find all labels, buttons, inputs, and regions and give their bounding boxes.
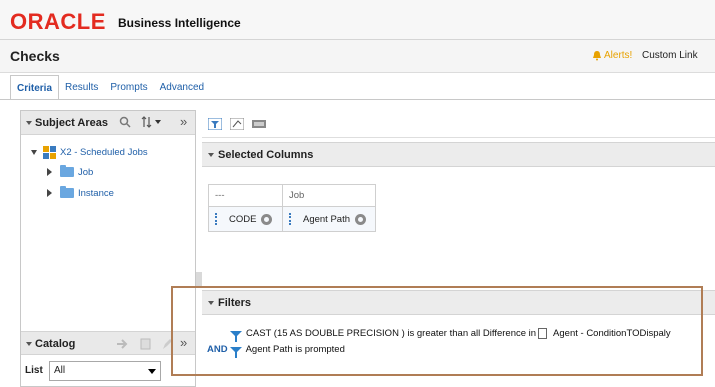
collapse-triangle-icon[interactable] (26, 342, 32, 346)
folder-icon (60, 186, 74, 198)
folder-icon (60, 165, 74, 177)
page-title: Checks (10, 48, 60, 64)
filters-highlight-box (171, 286, 703, 376)
gear-icon[interactable] (355, 213, 367, 225)
collapse-panel-icon[interactable]: » (180, 114, 187, 129)
selected-columns-table: --- CODE Job Agent Path (208, 184, 376, 232)
tree-item-instance-label[interactable]: Instance (78, 188, 114, 199)
tab-bar: Criteria Results Prompts Advanced (10, 75, 210, 100)
tree-item-root[interactable]: X2 - Scheduled Jobs (31, 143, 148, 161)
gear-icon[interactable] (261, 213, 273, 225)
column-cell[interactable]: CODE (209, 207, 282, 231)
collapse-triangle-icon[interactable] (208, 153, 214, 157)
subject-area-icon (43, 145, 56, 159)
column-group: --- (209, 185, 282, 207)
custom-link[interactable]: Custom Link (642, 50, 698, 61)
tab-divider (0, 99, 715, 100)
selected-columns-header: Selected Columns (202, 142, 715, 167)
column-icon (215, 213, 223, 225)
list-select-value: All (54, 365, 66, 376)
selected-columns-title: Selected Columns (218, 149, 314, 161)
tab-prompts[interactable]: Prompts (104, 75, 153, 100)
sql-icon[interactable] (252, 118, 266, 130)
expand-right-icon[interactable] (47, 168, 52, 176)
column-card[interactable]: --- CODE (209, 185, 283, 231)
tab-advanced[interactable]: Advanced (154, 75, 210, 100)
catalog-header: Catalog » (21, 331, 195, 355)
tree-root-label[interactable]: X2 - Scheduled Jobs (60, 147, 148, 158)
list-label: List (25, 365, 43, 376)
arrow-right-icon[interactable] (117, 339, 129, 349)
catalog-list-select[interactable]: All (49, 361, 161, 381)
column-card[interactable]: Job Agent Path (283, 185, 375, 231)
column-cell[interactable]: Agent Path (283, 207, 375, 231)
tree-item-job[interactable]: Job (47, 163, 93, 181)
search-icon[interactable] (119, 116, 131, 128)
column-name: CODE (229, 213, 257, 225)
subject-areas-header: Subject Areas » (21, 111, 195, 135)
column-icon (289, 213, 297, 225)
alerts-label[interactable]: Alerts! (604, 50, 632, 61)
criteria-toolbar (202, 110, 715, 138)
filter-icon[interactable] (208, 118, 222, 130)
column-name: Agent Path (303, 213, 351, 225)
left-panel: Subject Areas » X2 - Scheduled Jobs Job … (20, 110, 196, 387)
alerts-link[interactable]: Alerts! (592, 50, 632, 61)
catalog-list-row: List All (21, 361, 195, 383)
bell-icon (593, 51, 601, 61)
collapse-triangle-icon[interactable] (26, 121, 32, 125)
chevron-down-icon (148, 369, 156, 374)
tab-results[interactable]: Results (59, 75, 104, 100)
catalog-title: Catalog (35, 338, 76, 350)
subject-areas-title: Subject Areas (35, 117, 108, 129)
tree-item-instance[interactable]: Instance (47, 184, 114, 202)
expand-right-icon[interactable] (47, 189, 52, 197)
expand-down-icon[interactable] (31, 149, 37, 155)
edit-formula-icon[interactable] (230, 118, 244, 130)
oracle-logo: ORACLE (10, 9, 106, 34)
product-name: Business Intelligence (118, 16, 241, 30)
top-bar: ORACLE Business Intelligence (0, 0, 715, 40)
title-bar: Checks Alerts! Custom Link (0, 40, 715, 73)
document-icon[interactable] (140, 338, 151, 350)
sort-icon[interactable] (141, 116, 163, 128)
tab-criteria[interactable]: Criteria (10, 75, 60, 100)
column-group: Job (283, 185, 375, 207)
tree-item-job-label[interactable]: Job (78, 167, 93, 178)
